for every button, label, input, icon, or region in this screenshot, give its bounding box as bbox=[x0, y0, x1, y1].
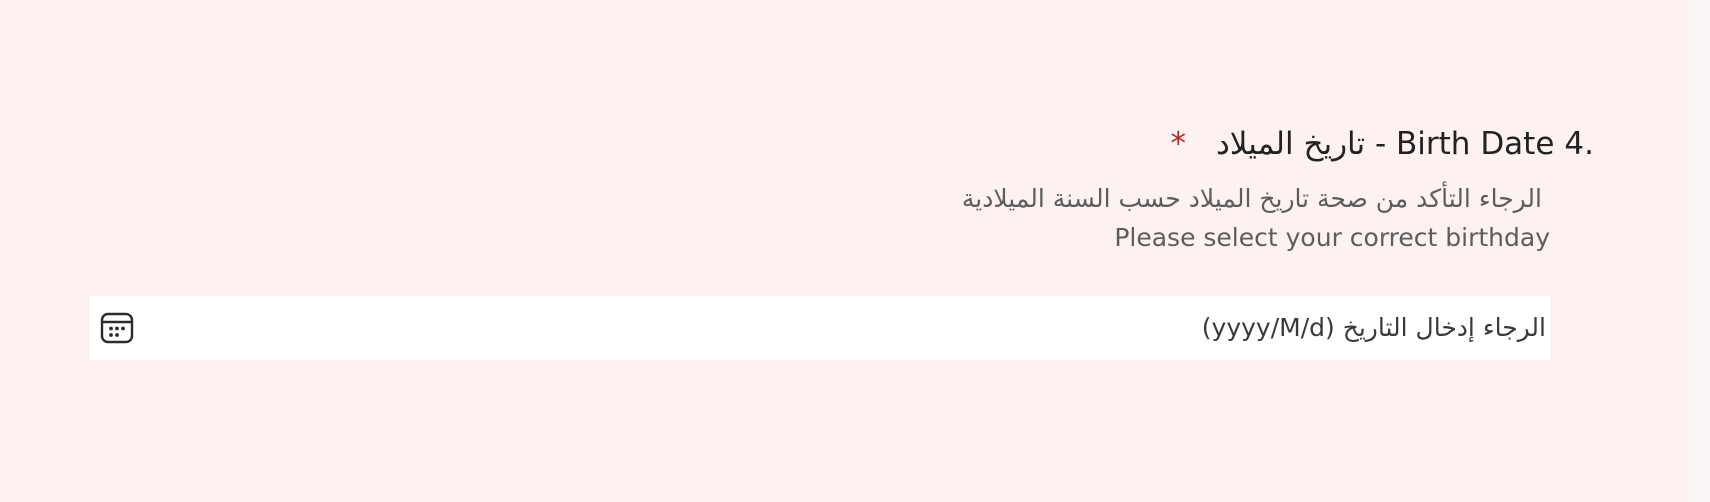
question-description-arabic: الرجاء التأكد من صحة تاريخ الميلاد حسب ا… bbox=[961, 184, 1542, 213]
question-birth-date: 4. Birth Date - تاريخ الميلاد * الرجاء ا… bbox=[0, 0, 1710, 502]
date-input-placeholder: الرجاء إدخال التاريخ (yyyy/M/d) bbox=[1201, 313, 1546, 342]
question-title-row: 4. Birth Date - تاريخ الميلاد * bbox=[1170, 122, 1594, 166]
birth-date-input[interactable]: الرجاء إدخال التاريخ (yyyy/M/d) bbox=[90, 296, 1550, 360]
question-title: Birth Date - تاريخ الميلاد bbox=[1215, 126, 1555, 162]
question-number: 4. bbox=[1564, 126, 1594, 162]
question-description-english: Please select your correct birthday bbox=[1114, 223, 1550, 252]
required-marker: * bbox=[1170, 126, 1186, 162]
calendar-icon[interactable] bbox=[100, 311, 134, 345]
